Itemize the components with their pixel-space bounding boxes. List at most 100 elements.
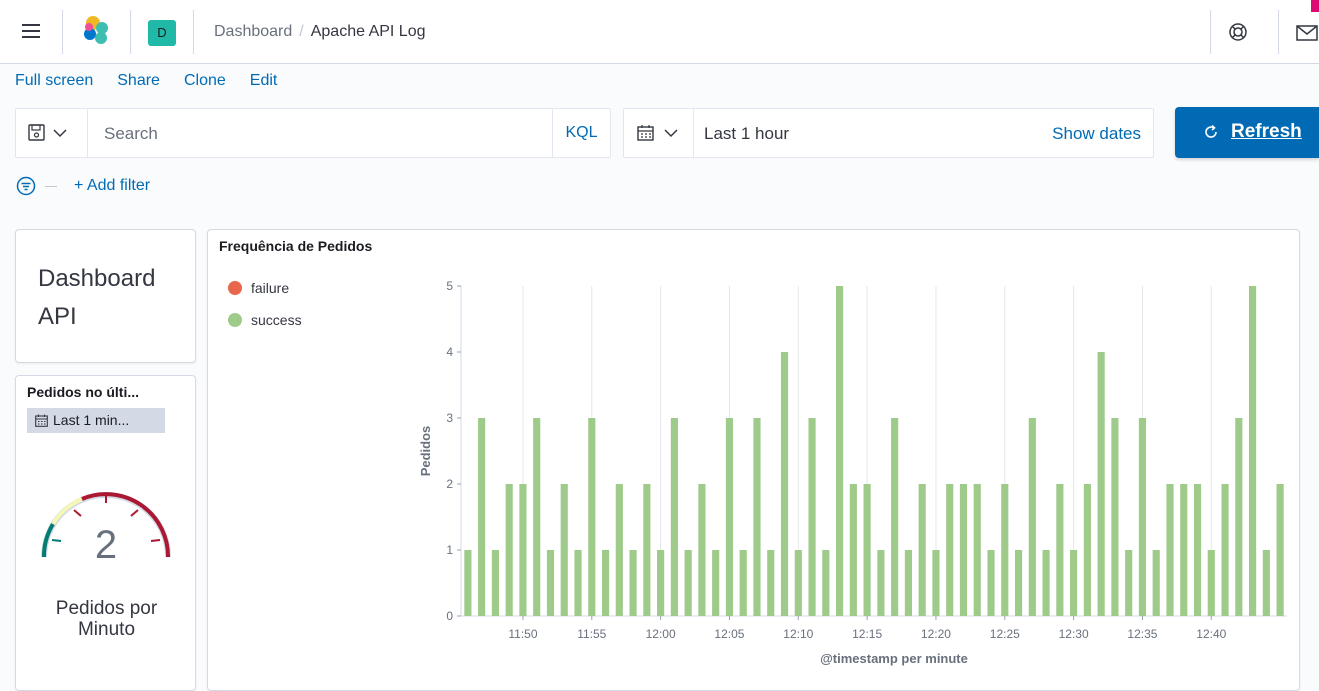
y-tick-label: 4	[446, 345, 453, 359]
gauge-panel: Pedidos no últi... Last 1 min... 2 Pedid…	[15, 375, 196, 691]
bar	[932, 550, 940, 616]
bar	[670, 418, 678, 616]
bar	[643, 484, 651, 616]
bar	[1056, 484, 1064, 616]
header-divider	[1210, 10, 1211, 54]
bar	[767, 550, 775, 616]
show-dates-link[interactable]: Show dates	[1052, 124, 1141, 144]
bar	[629, 550, 637, 616]
bar	[533, 418, 541, 616]
full-screen-link[interactable]: Full screen	[15, 72, 93, 89]
bar	[1097, 352, 1105, 616]
bar	[753, 418, 761, 616]
bar-chart: 0 1 2 3 4 5 11:50 11:55 12:00 12:05 12:10 12:15 12:2…	[418, 279, 1287, 666]
x-tick-label: 12:25	[990, 627, 1020, 641]
bar	[1070, 550, 1078, 616]
gauge-label: Pedidos por Minuto	[16, 598, 197, 640]
markdown-panel: Dashboard API	[15, 229, 196, 363]
breadcrumb-dashboard[interactable]: Dashboard	[214, 23, 292, 40]
y-axis-label: Pedidos	[418, 426, 433, 477]
filter-menu-icon[interactable]	[16, 176, 36, 196]
bar	[1221, 484, 1229, 616]
time-picker: Last 1 hour Show dates	[623, 108, 1154, 158]
bar	[725, 418, 734, 616]
refresh-icon	[1205, 124, 1217, 138]
bar	[684, 550, 692, 616]
bar	[1207, 550, 1215, 616]
bar	[698, 484, 706, 616]
header-divider	[62, 10, 63, 54]
bar	[601, 550, 610, 616]
bar	[1125, 550, 1133, 616]
x-tick-label: 12:00	[646, 627, 676, 641]
bar	[1166, 484, 1174, 616]
refresh-button[interactable]: Refresh	[1175, 107, 1319, 158]
bar	[491, 550, 499, 616]
bar	[946, 484, 954, 616]
gauge-label-line: Minuto	[77, 619, 136, 640]
x-tick-label: 12:40	[1196, 627, 1226, 641]
bar	[973, 484, 981, 616]
bar	[794, 550, 802, 616]
bar	[546, 550, 555, 616]
breadcrumb-current: Apache API Log	[310, 23, 426, 40]
y-tick-label: 5	[446, 279, 453, 293]
x-tick-label: 11:50	[508, 627, 537, 641]
bar	[918, 484, 926, 616]
bar	[959, 484, 968, 616]
bar	[1152, 550, 1160, 616]
menu-icon[interactable]	[22, 24, 40, 38]
help-lifebuoy-icon[interactable]	[1228, 22, 1248, 42]
kql-toggle-button[interactable]: KQL	[552, 109, 610, 157]
bar	[1042, 550, 1050, 616]
bar	[836, 286, 844, 616]
bar	[1193, 484, 1202, 616]
save-disk-chevron-icon	[28, 124, 67, 141]
saved-query-button[interactable]	[16, 109, 88, 157]
bar	[560, 484, 568, 616]
edit-link[interactable]: Edit	[250, 72, 278, 89]
gauge-label-line: Pedidos por	[55, 598, 158, 619]
bar	[1001, 484, 1009, 616]
bar	[464, 550, 472, 616]
bar	[1014, 550, 1023, 616]
calendar-chevron-icon	[637, 125, 678, 141]
bar	[780, 352, 789, 616]
y-tick-label: 3	[446, 411, 453, 425]
x-axis-label: @timestamp per minute	[820, 651, 968, 666]
time-range-text[interactable]: Last 1 hour	[704, 124, 789, 144]
bar	[877, 550, 885, 616]
time-range-badge[interactable]: Last 1 min...	[27, 408, 165, 433]
time-range-badge-label: Last 1 min...	[53, 412, 130, 428]
space-avatar[interactable]: D	[148, 20, 176, 46]
breadcrumb-separator: /	[299, 23, 304, 40]
bar	[1276, 484, 1284, 616]
bar	[849, 484, 857, 616]
bar	[505, 484, 513, 616]
bar	[891, 418, 899, 616]
x-tick-label: 12:35	[1127, 627, 1157, 641]
bar	[519, 484, 527, 616]
refresh-label: Refresh	[1231, 121, 1302, 142]
bar	[478, 418, 486, 616]
newsfeed-mail-icon[interactable]	[1296, 24, 1318, 42]
x-tick-label: 12:30	[1059, 627, 1089, 641]
clone-link[interactable]: Clone	[184, 72, 226, 89]
filter-divider	[45, 186, 57, 187]
add-filter-button[interactable]: + Add filter	[74, 177, 150, 195]
bar	[1249, 286, 1257, 616]
bar	[987, 550, 995, 616]
bar	[574, 550, 582, 616]
bar	[904, 550, 912, 616]
notification-badge	[1311, 0, 1319, 12]
elastic-logo[interactable]	[80, 14, 112, 46]
share-link[interactable]: Share	[117, 72, 160, 89]
x-tick-label: 12:20	[921, 627, 951, 641]
bar	[808, 418, 816, 616]
gauge-chart: 2	[41, 492, 171, 567]
quick-select-button[interactable]	[624, 109, 694, 157]
markdown-line: Dashboard	[38, 265, 156, 292]
x-tick-label: 12:15	[852, 627, 882, 641]
search-input[interactable]	[104, 124, 544, 144]
bar	[1180, 484, 1188, 616]
